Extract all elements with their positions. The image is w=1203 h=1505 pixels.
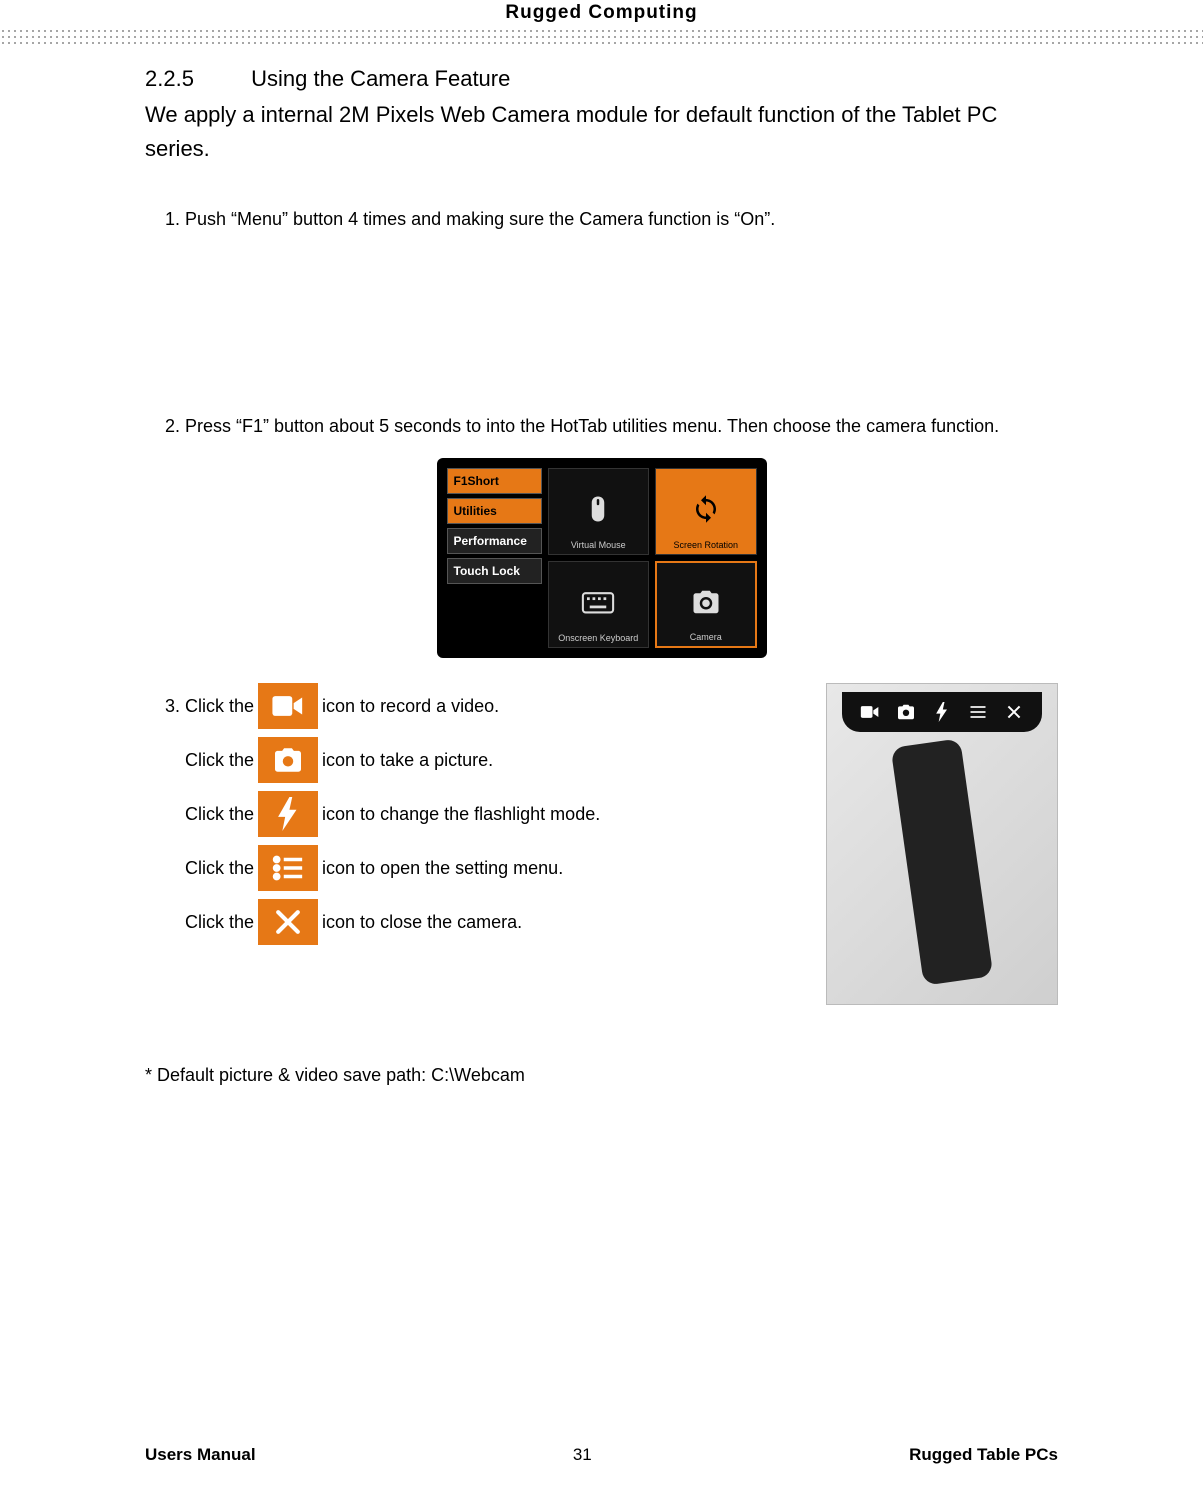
section-intro: We apply a internal 2M Pixels Web Camera… [145, 98, 1058, 166]
flash-mode-icon [258, 791, 318, 837]
hottab-tile-onscreen-keyboard: Onscreen Keyboard [548, 561, 650, 648]
toolbar-settings-icon [965, 699, 991, 725]
settings-menu-icon [258, 845, 318, 891]
hottab-performance-label: Performance [447, 528, 542, 554]
section-heading: 2.2.5 Using the Camera Feature [145, 66, 1058, 92]
toolbar-photo-icon [893, 699, 919, 725]
footer-left: Users Manual [145, 1445, 256, 1465]
icon-line-close: Click the icon to close the camera. [185, 899, 806, 945]
toolbar-video-icon [857, 699, 883, 725]
icon-line-video: Click the icon to record a video. [185, 683, 806, 729]
close-camera-icon [258, 899, 318, 945]
icon-line-flash: Click the icon to change the flashlight … [185, 791, 806, 837]
hottab-utilities-label: Utilities [447, 498, 542, 524]
step-1: Push “Menu” button 4 times and making su… [185, 206, 1058, 233]
take-photo-icon [258, 737, 318, 783]
hottab-tile-virtual-mouse: Virtual Mouse [548, 468, 650, 555]
rotation-icon [691, 494, 721, 524]
hottab-tile-screen-rotation: Screen Rotation [655, 468, 757, 555]
mouse-icon [583, 494, 613, 524]
footer-right: Rugged Table PCs [909, 1445, 1058, 1465]
hottab-f1-label: F1Short [447, 468, 542, 494]
section-title: Using the Camera Feature [251, 66, 510, 91]
icon-line-settings: Click the icon to open the setting menu. [185, 845, 806, 891]
camera-icon [691, 587, 721, 617]
section-number: 2.2.5 [145, 66, 245, 92]
hottab-menu-figure: F1Short Utilities Performance Touch Lock… [437, 458, 767, 658]
page-footer: Users Manual 31 Rugged Table PCs [145, 1445, 1058, 1465]
decorative-dots [0, 28, 1203, 46]
toolbar-flash-icon [929, 699, 955, 725]
hottab-tile-camera: Camera [655, 561, 757, 648]
hottab-touchlock-label: Touch Lock [447, 558, 542, 584]
keyboard-icon [581, 591, 615, 613]
step-3: Click the icon to record a video. Click … [185, 683, 1058, 1005]
camera-toolbar-photo [826, 683, 1058, 1005]
icon-line-photo: Click the icon to take a picture. [185, 737, 806, 783]
header-title: Rugged Computing [0, 0, 1203, 24]
footer-page-number: 31 [573, 1445, 592, 1465]
default-path-note: * Default picture & video save path: C:\… [145, 1065, 1058, 1086]
step-2: Press “F1” button about 5 seconds to int… [185, 413, 1058, 440]
toolbar-close-icon [1001, 699, 1027, 725]
video-record-icon [258, 683, 318, 729]
